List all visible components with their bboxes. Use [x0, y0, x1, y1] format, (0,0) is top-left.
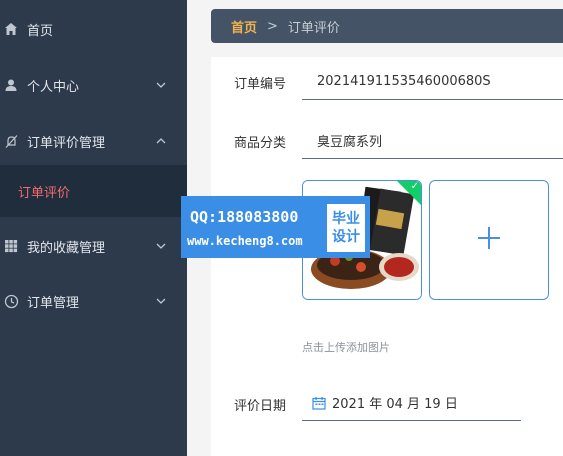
plus-icon: [476, 225, 502, 255]
chevron-down-icon: [155, 240, 167, 252]
sidebar-item-personal-center[interactable]: 个人中心: [0, 57, 187, 113]
sidebar-item-label: 订单评价管理: [27, 135, 106, 151]
sidebar-item-label: 我的收藏管理: [27, 240, 106, 256]
category-field[interactable]: 臭豆腐系列: [302, 123, 563, 159]
user-icon: [3, 77, 19, 93]
order-number-field[interactable]: 20214191153546000680S: [302, 64, 563, 100]
chevron-up-icon: [155, 135, 167, 147]
review-date-label: 评价日期: [234, 399, 287, 414]
chevron-down-icon: [155, 295, 167, 307]
category-value: 臭豆腐系列: [317, 135, 383, 150]
breadcrumb-current: 订单评价: [287, 20, 340, 36]
calendar-icon: [312, 396, 326, 410]
sidebar-item-label: 首页: [27, 23, 54, 39]
sidebar-item-order-review-management[interactable]: 订单评价管理: [0, 113, 187, 169]
bell-off-icon: [3, 133, 19, 149]
watermark-url-text: www.kecheng8.com: [187, 234, 303, 248]
upload-hint-text: 点击上传添加图片: [302, 341, 390, 354]
sidebar-item-favorites-management[interactable]: 我的收藏管理: [0, 218, 187, 274]
review-date-value: 2021 年 04 月 19 日: [332, 397, 458, 412]
sidebar-subitem-order-review[interactable]: 订单评价: [0, 165, 187, 217]
breadcrumb: 首页 > 订单评价: [211, 9, 563, 43]
breadcrumb-home-link[interactable]: 首页: [231, 17, 257, 36]
upload-add-button[interactable]: [429, 180, 549, 300]
order-number-label: 订单编号: [234, 77, 287, 92]
clock-icon: [3, 293, 19, 309]
home-icon: [3, 21, 19, 37]
review-date-picker[interactable]: 2021 年 04 月 19 日: [302, 385, 521, 421]
breadcrumb-separator: >: [267, 18, 278, 34]
grid-icon: [3, 238, 19, 254]
sidebar-item-label: 个人中心: [27, 79, 80, 95]
check-icon: ✓: [410, 181, 419, 192]
watermark-qq-text: QQ:188083800: [190, 208, 299, 226]
category-label: 商品分类: [234, 136, 287, 151]
sidebar: 首页 个人中心 订单评价管理 订单评价 我的收藏管理 订单管理: [0, 0, 187, 456]
order-number-value: 20214191153546000680S: [317, 74, 491, 89]
sidebar-item-order-management[interactable]: 订单管理: [0, 273, 187, 329]
chevron-down-icon: [155, 79, 167, 91]
watermark-badge-line2: 设计: [332, 229, 360, 245]
sidebar-item-label: 订单管理: [27, 295, 80, 311]
watermark-badge-line1: 毕业: [332, 211, 360, 227]
sidebar-item-label: 订单评价: [18, 185, 71, 201]
watermark-badge: 毕业 设计: [327, 204, 365, 252]
watermark-banner: QQ:188083800 www.kecheng8.com 毕业 设计: [181, 196, 370, 258]
sidebar-item-home[interactable]: 首页: [0, 1, 187, 57]
